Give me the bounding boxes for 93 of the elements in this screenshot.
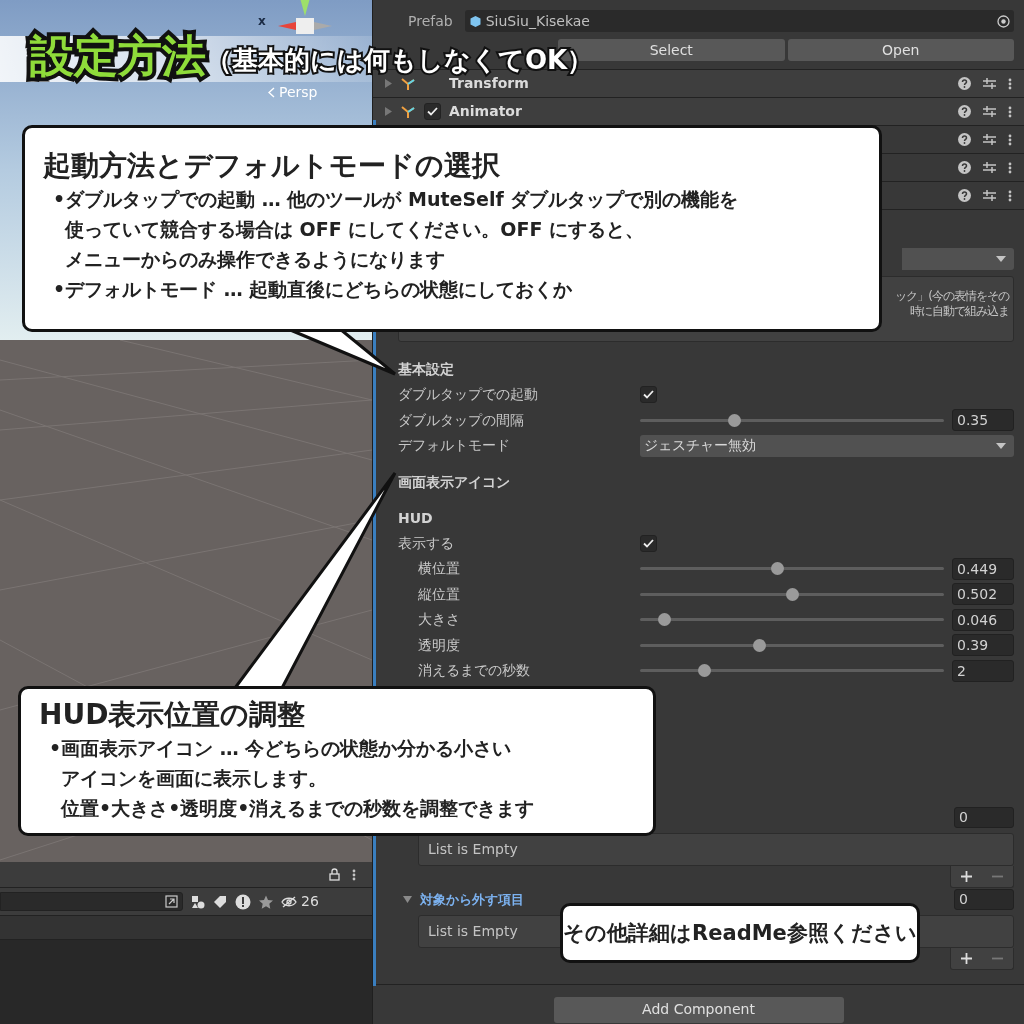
dropdown[interactable]: ジェスチャー無効 xyxy=(640,434,1014,457)
foldout-arrow-icon[interactable] xyxy=(403,896,412,903)
slider-thumb[interactable] xyxy=(728,413,742,427)
prefab-button[interactable]: Open xyxy=(787,39,1014,61)
settings-sliders-icon[interactable] xyxy=(983,77,996,90)
hidden-count: 26 xyxy=(301,892,319,911)
slider-track[interactable] xyxy=(640,638,944,652)
help-text: 時に自動で組み込ま xyxy=(910,304,1009,319)
checkbox[interactable] xyxy=(424,103,441,120)
cube-icon xyxy=(468,14,482,28)
checkbox[interactable] xyxy=(640,534,657,552)
banner-title: 設定方法 xyxy=(30,30,206,82)
callout-text: •画面表示アイコン … 今どちらの状態か分かる小さい アイコンを画面に表示します。 位置•大きさ•透明度•消えるまでの秒数を調整できます xyxy=(48,736,536,821)
hidden-eye-icon[interactable] xyxy=(281,895,297,908)
help-icon[interactable] xyxy=(958,161,971,174)
number-field[interactable]: 2 xyxy=(952,659,1014,682)
prefab-label: Prefab xyxy=(408,11,453,31)
settings-sliders-icon[interactable] xyxy=(983,161,996,174)
search-field[interactable] xyxy=(0,892,183,911)
more-icon[interactable] xyxy=(1008,189,1012,202)
checkmark-icon xyxy=(427,107,438,116)
empty-list-text: List is Empty xyxy=(428,921,518,941)
slider-track[interactable] xyxy=(640,413,944,427)
field-label: 縦位置 xyxy=(417,584,461,604)
component-icon xyxy=(400,104,416,119)
caret-icon xyxy=(996,442,1006,449)
field-label: 大きさ xyxy=(417,610,461,630)
star-icon[interactable] xyxy=(259,894,273,909)
help-icon[interactable] xyxy=(958,77,971,90)
field-label: ダブルタップでの起動 xyxy=(398,385,539,405)
slider-thumb[interactable] xyxy=(697,664,711,678)
field-label: ダブルタップの間隔 xyxy=(398,410,525,430)
callout-title: HUD表示位置の調整 xyxy=(39,697,307,733)
number-field[interactable]: 0.502 xyxy=(952,583,1014,606)
settings-sliders-icon[interactable] xyxy=(983,133,996,146)
caret-icon xyxy=(996,256,1006,262)
help-icon[interactable] xyxy=(958,105,971,118)
checkmark-icon xyxy=(643,538,654,548)
count-field[interactable]: 0 xyxy=(954,807,1014,828)
add-icon[interactable] xyxy=(961,870,972,882)
field-label: デフォルトモード xyxy=(398,436,511,456)
help-text: ック」(今の表情をその xyxy=(895,289,1009,304)
slider-track[interactable] xyxy=(640,613,944,627)
tag-icon[interactable] xyxy=(213,894,227,909)
window-icon xyxy=(165,895,178,908)
slider-thumb[interactable] xyxy=(770,562,784,576)
field-label: 表示する xyxy=(398,533,455,553)
number-field[interactable]: 0.449 xyxy=(952,557,1014,580)
warning-icon[interactable] xyxy=(235,893,251,910)
add-component-button[interactable]: Add Component xyxy=(553,996,844,1023)
settings-sliders-icon[interactable] xyxy=(983,189,996,202)
section-heading: 画面表示アイコン xyxy=(398,472,511,492)
slider-thumb[interactable] xyxy=(786,587,799,601)
slider-track[interactable] xyxy=(640,562,944,576)
number-field[interactable]: 0.046 xyxy=(952,608,1014,631)
section-heading: HUD xyxy=(398,508,434,528)
foldout-label[interactable]: 対象から外す項目 xyxy=(420,889,524,910)
add-icon[interactable] xyxy=(961,952,972,964)
component-icon xyxy=(400,76,416,91)
slider-track[interactable] xyxy=(640,664,944,678)
number-field[interactable]: 0.39 xyxy=(952,634,1014,657)
more-icon[interactable] xyxy=(1008,133,1012,146)
slider-thumb[interactable] xyxy=(752,638,766,652)
checkbox[interactable] xyxy=(640,386,657,404)
callout-text: •ダブルタップでの起動 … 他のツールが MuteSelf ダブルタップで別の機能を 使っていて競合する場合は OFF にしてください。OFF にすると、 メニューからのみ操作できるようになります xyxy=(52,187,740,272)
foldout-arrow-icon xyxy=(385,79,392,88)
field-label: 透明度 xyxy=(417,635,461,655)
foldout-arrow-icon xyxy=(385,107,392,116)
slider-thumb[interactable] xyxy=(658,613,672,627)
more-icon[interactable] xyxy=(1008,161,1012,174)
component-header[interactable]: Animator xyxy=(373,98,1024,126)
shapes-icon[interactable] xyxy=(191,894,205,909)
empty-list-text: List is Empty xyxy=(428,839,518,859)
callout-title: 起動方法とデフォルトモードの選択 xyxy=(43,148,501,184)
target-icon xyxy=(997,14,1010,28)
number-field[interactable]: 0.35 xyxy=(952,409,1014,432)
more-icon[interactable] xyxy=(352,868,356,881)
help-icon[interactable] xyxy=(958,189,971,202)
prefab-field[interactable]: SiuSiu_Kisekae xyxy=(464,10,1014,32)
help-icon[interactable] xyxy=(958,133,971,146)
field-label: 横位置 xyxy=(417,559,461,579)
lock-icon[interactable] xyxy=(329,868,340,881)
checkmark-icon xyxy=(643,390,654,400)
section-heading: 基本設定 xyxy=(398,360,455,379)
more-icon[interactable] xyxy=(1008,105,1012,118)
callout-text: •デフォルトモード … 起動直後にどちらの状態にしておくか xyxy=(52,277,574,302)
axis-label: x xyxy=(258,13,266,30)
more-icon[interactable] xyxy=(1008,77,1012,90)
slider-track[interactable] xyxy=(640,587,944,601)
callout-title: その他詳細はReadMe参照ください xyxy=(563,920,917,947)
count-field[interactable]: 0 xyxy=(954,889,1014,910)
settings-sliders-icon[interactable] xyxy=(983,105,996,118)
field-label: 消えるまでの秒数 xyxy=(417,661,531,681)
